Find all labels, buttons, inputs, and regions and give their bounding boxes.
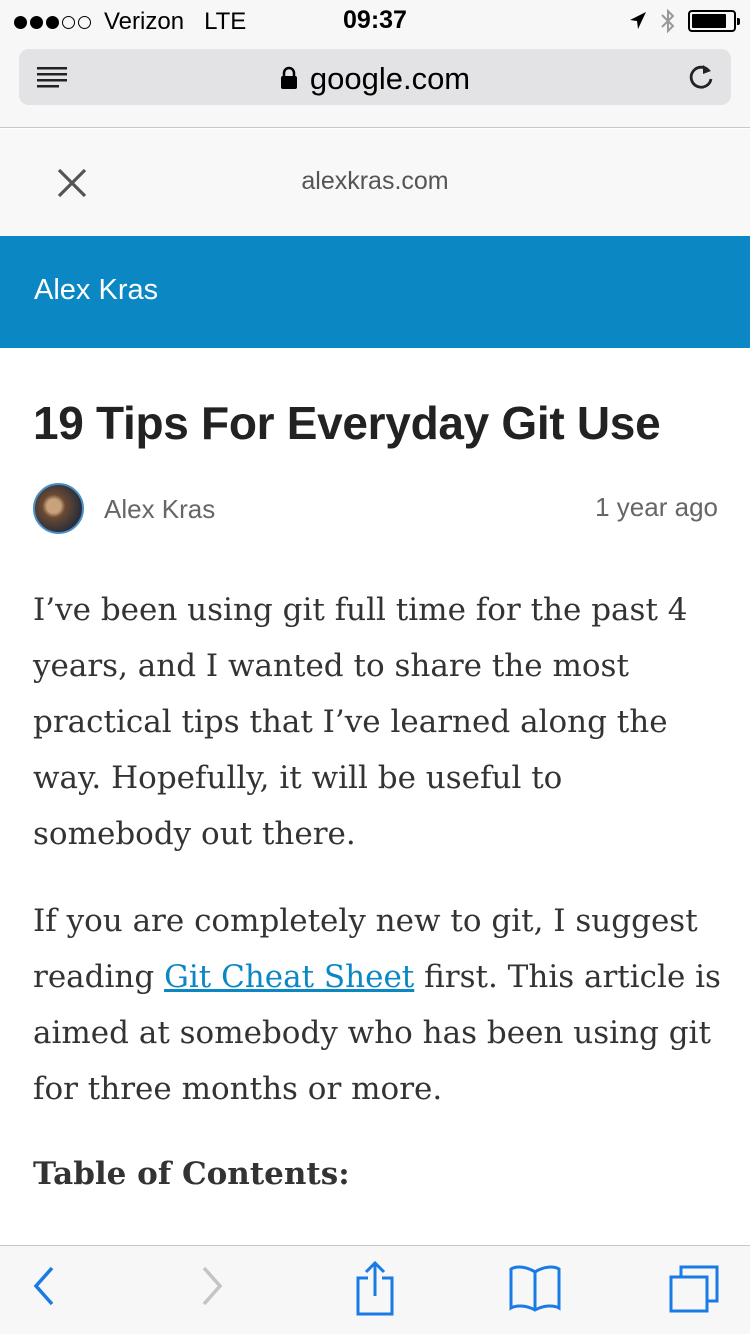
article-paragraph-1: I’ve been using git full time for the pa… [33,592,688,852]
lock-icon [280,66,297,89]
article-paragraph-2: If you are completely new to git, I sugg… [33,893,723,1117]
article-title: 19 Tips For Everyday Git Use [33,397,661,449]
git-cheat-sheet-link[interactable]: Git Cheat Sheet [164,959,414,995]
post-time: 1 year ago [595,492,718,522]
status-right [628,8,740,34]
author-name[interactable]: Alex Kras [104,494,215,525]
location-arrow-icon [630,12,646,29]
amp-domain[interactable]: alexkras.com [0,167,750,196]
bookmarks-icon[interactable] [508,1264,562,1312]
forward-icon[interactable] [200,1264,226,1308]
url-display[interactable]: google.com [19,61,731,97]
site-header: Alex Kras [0,236,750,348]
tabs-icon[interactable] [668,1264,720,1314]
site-title[interactable]: Alex Kras [34,274,158,307]
back-icon[interactable] [30,1264,56,1308]
browser-toolbar [0,1245,750,1334]
url-field[interactable]: google.com [19,49,731,105]
toc-heading: Table of Contents: [33,1156,350,1192]
reload-icon[interactable] [685,61,717,93]
url-text: google.com [309,61,471,96]
status-bar: Verizon LTE 09:37 [0,0,750,40]
author-avatar[interactable] [33,483,84,534]
battery-icon [688,10,740,32]
bluetooth-icon [661,8,675,34]
browser-address-bar: google.com [0,40,750,128]
share-icon[interactable] [354,1260,396,1316]
amp-viewer-header: alexkras.com [0,129,750,236]
